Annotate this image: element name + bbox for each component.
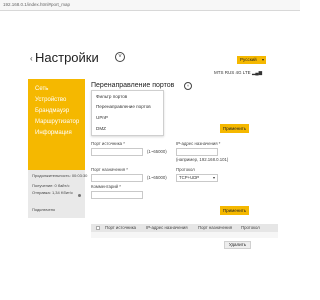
dropdown-item-port-forwarding[interactable]: Перенаправление портов: [96, 104, 151, 109]
column-destination-port: Порт назначения: [198, 225, 233, 230]
ip-label: IP-адрес назначения *: [176, 141, 221, 146]
dest-port-input[interactable]: [91, 174, 143, 182]
sidebar-item-device[interactable]: Устройство: [35, 97, 66, 103]
network-label: MTS RUS 4G LTE: [214, 70, 251, 75]
comment-label: Комментарий *: [91, 184, 121, 189]
stat-received: Получение: 0 байт/с: [32, 183, 70, 188]
add-rule-button[interactable]: Применить: [220, 206, 249, 215]
caret-down-icon: ▾: [212, 175, 215, 180]
caret-down-icon: ▾: [261, 57, 264, 62]
source-port-range: (1~65000): [147, 149, 167, 154]
column-destination-ip: IP-адрес назначения: [146, 225, 188, 230]
dropdown-item-port-filter[interactable]: Фильтр портов: [96, 94, 127, 99]
sidebar-item-firewall[interactable]: Брандмауэр: [35, 108, 69, 114]
column-protocol: Протокол: [241, 225, 260, 230]
section-title[interactable]: Перенаправление портов: [91, 82, 174, 89]
comment-input[interactable]: [91, 191, 143, 199]
sidebar: Сеть Устройство Брандмауэр Маршрутизатор…: [28, 79, 85, 170]
table-row: [91, 232, 278, 238]
signal-icon: ▂▄▆: [251, 70, 263, 75]
ip-hint: (например, 192.168.0.101): [176, 157, 229, 162]
source-port-input[interactable]: [91, 148, 143, 156]
language-label: Русский: [240, 57, 257, 62]
page-title: Настройки: [35, 50, 99, 65]
dropdown-item-dmz[interactable]: DMZ: [96, 126, 106, 131]
connection-status: Подключено: [32, 207, 56, 212]
ip-input[interactable]: [176, 148, 218, 156]
protocol-value: TCP+UDP: [179, 175, 200, 180]
address-url[interactable]: 192.168.0.1/index.html#port_map: [3, 2, 70, 7]
dest-port-range: (1~65000): [147, 175, 167, 180]
apply-button[interactable]: Применить: [220, 124, 249, 133]
section-chevron-down-icon[interactable]: ˅: [184, 82, 192, 90]
language-select[interactable]: Русский ▾: [237, 56, 266, 64]
dropdown-item-upnp[interactable]: UPnP: [96, 115, 108, 120]
dest-port-label: Порт назначения *: [91, 167, 128, 172]
address-bar[interactable]: 192.168.0.1/index.html#port_map: [0, 0, 300, 11]
protocol-label: Протокол: [176, 167, 195, 172]
network-status: MTS RUS 4G LTE ▂▄▆: [214, 70, 262, 76]
source-port-label: Порт источника *: [91, 141, 125, 146]
sidebar-item-info[interactable]: Информация: [35, 130, 72, 136]
sidebar-item-router[interactable]: Маршрутизатор: [35, 119, 79, 125]
stat-sent: Отправка: 1,34 Kбит/с: [32, 190, 74, 195]
section-dropdown-menu: Фильтр портов Перенаправление портов UPn…: [91, 90, 164, 136]
rules-table-header: Порт источника IP-адрес назначения Порт …: [91, 224, 278, 232]
connection-stats: Продолжительность: 00:03:30 Получение: 0…: [28, 170, 88, 218]
stat-duration: Продолжительность: 00:03:30: [32, 173, 88, 178]
chevron-down-icon[interactable]: ˅: [115, 52, 125, 62]
sidebar-item-network[interactable]: Сеть: [35, 86, 48, 92]
delete-button[interactable]: Удалить: [224, 241, 251, 249]
column-source-port: Порт источника: [105, 225, 137, 230]
status-dot-icon: [78, 194, 81, 197]
protocol-select[interactable]: TCP+UDP ▾: [176, 174, 218, 182]
select-all-checkbox[interactable]: [96, 226, 100, 230]
